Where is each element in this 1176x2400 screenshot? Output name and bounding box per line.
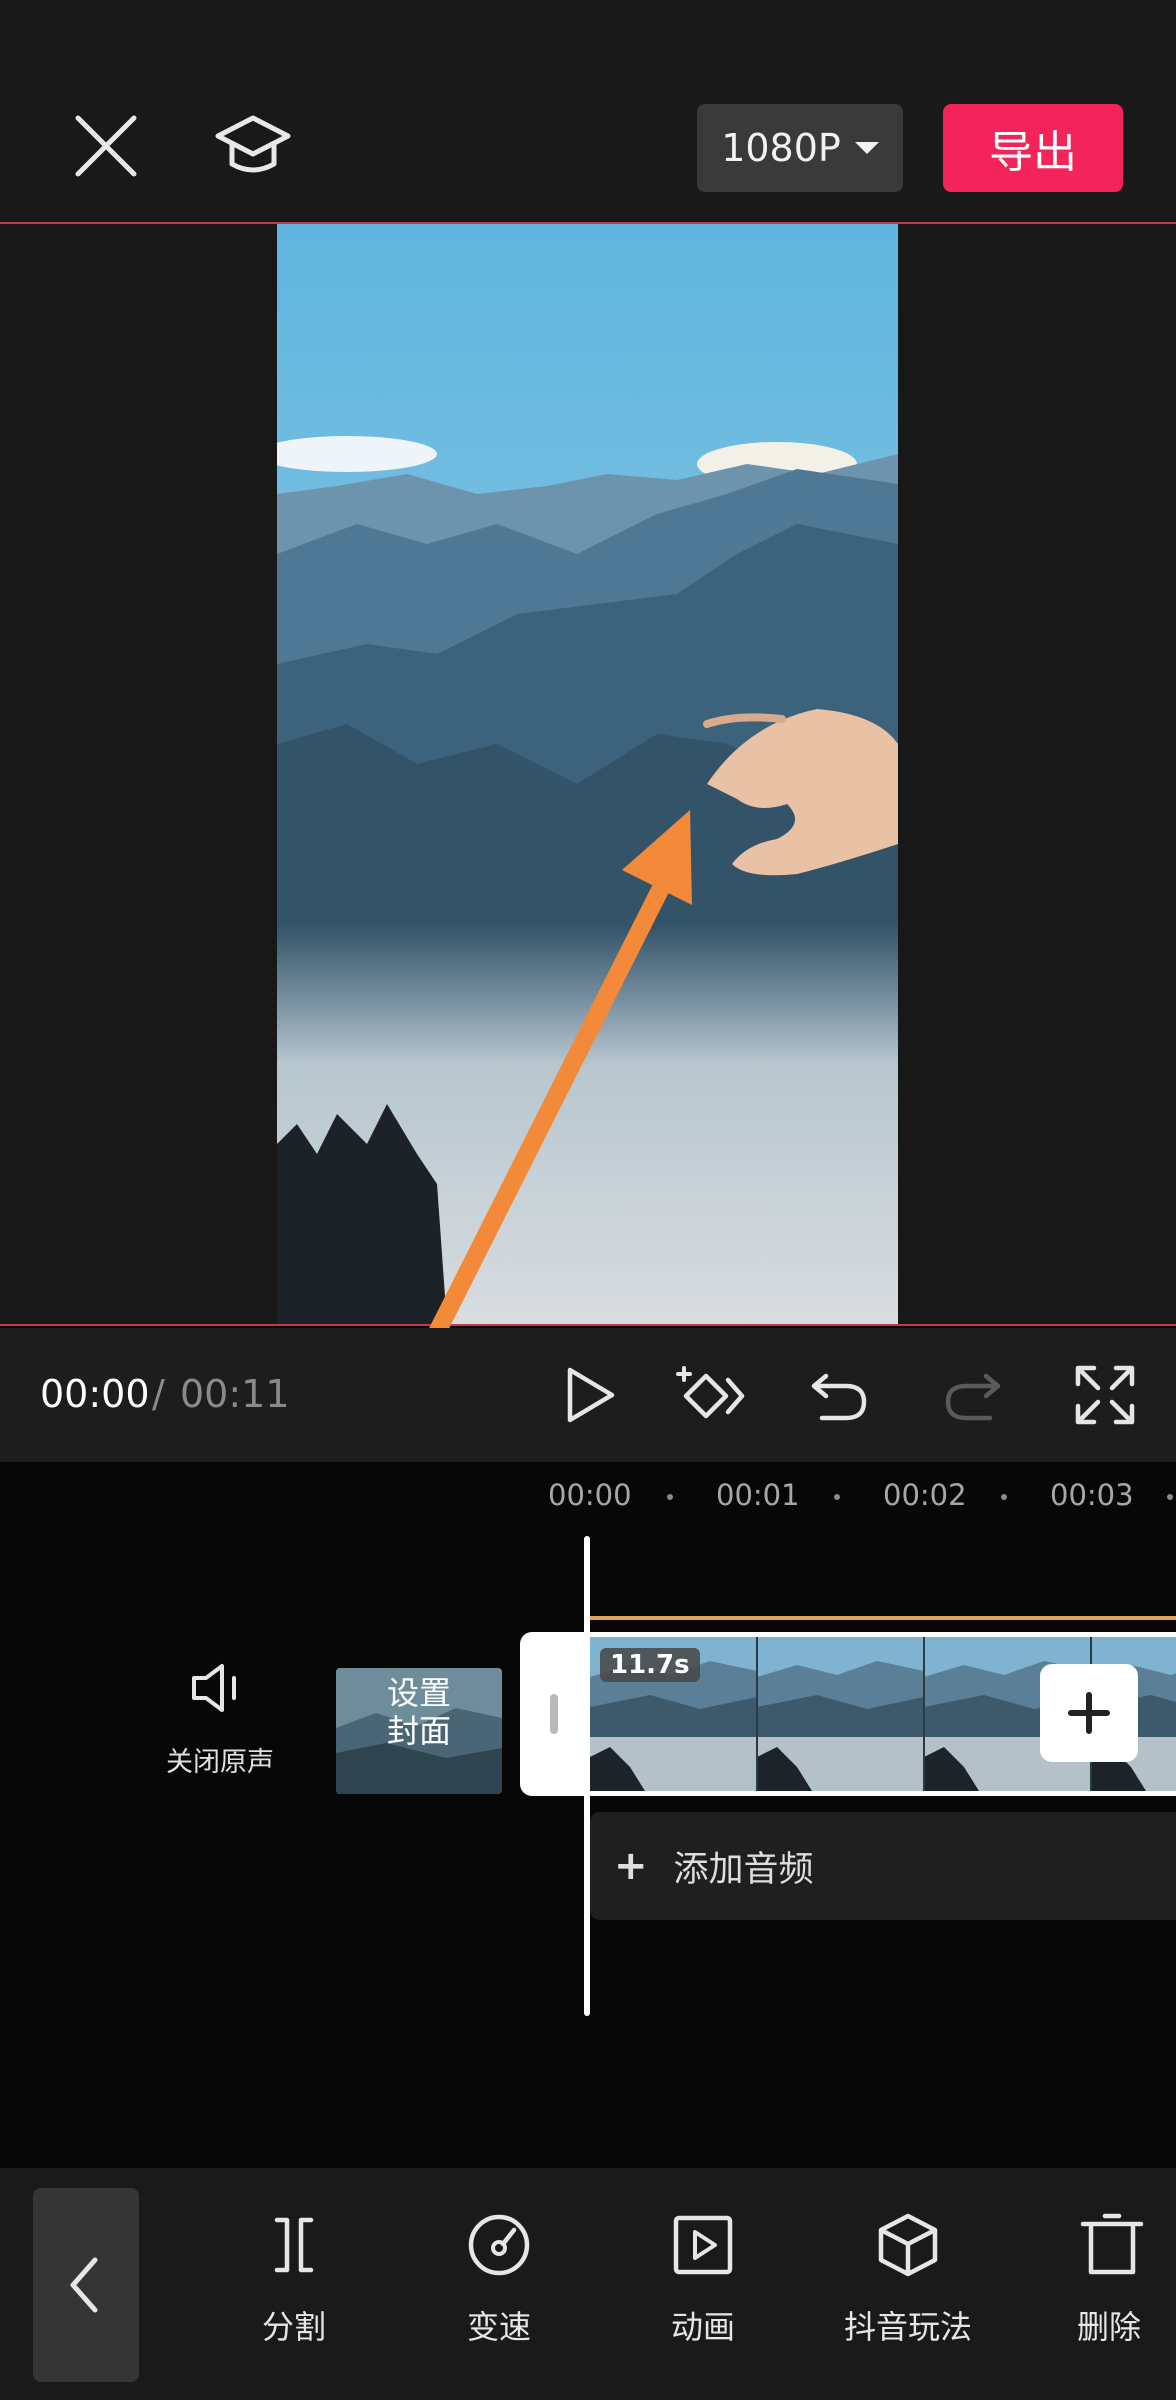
redo-icon[interactable] <box>940 1362 1006 1428</box>
back-button[interactable] <box>33 2188 139 2382</box>
add-audio-button[interactable]: + 添加音频 <box>590 1812 1176 1920</box>
add-audio-label: 添加音频 <box>673 1849 814 1890</box>
speaker-icon[interactable] <box>188 1660 248 1716</box>
timeline-tick-dot <box>834 1494 840 1500</box>
current-time: 00:00 <box>40 1372 150 1416</box>
undo-icon[interactable] <box>806 1362 872 1428</box>
chevron-down-icon <box>854 142 879 154</box>
set-cover-label: 设置 封面 <box>336 1674 502 1750</box>
tool-label: 分割 <box>261 2308 326 2346</box>
close-icon[interactable] <box>70 110 142 182</box>
tool-split[interactable]: 分割 <box>224 2210 364 2360</box>
tool-label: 动画 <box>670 2308 735 2346</box>
timeline-tick-dot <box>1001 1494 1007 1500</box>
tool-animation[interactable]: 动画 <box>633 2210 773 2360</box>
animation-icon <box>673 2215 733 2275</box>
play-icon[interactable] <box>556 1362 622 1428</box>
add-clip-button[interactable] <box>1040 1664 1138 1762</box>
tool-label: 删除 <box>1076 2308 1141 2346</box>
timeline-tick: 00:00 <box>548 1478 632 1512</box>
chevron-left-icon <box>70 2257 98 2313</box>
clip-top-line <box>590 1616 1176 1620</box>
keyframe-icon[interactable] <box>670 1362 750 1428</box>
annotation-arrow <box>403 810 692 1391</box>
tutorial-cap-icon[interactable] <box>212 110 294 182</box>
speed-icon <box>468 2214 530 2276</box>
timeline-tick: 00:01 <box>716 1478 800 1512</box>
timeline-tick-dot <box>1167 1494 1173 1500</box>
plus-icon: + <box>614 1843 648 1889</box>
cube-icon <box>878 2213 938 2277</box>
time-separator: / <box>152 1372 165 1416</box>
tool-label: 抖音玩法 <box>843 2308 972 2346</box>
tool-speed[interactable]: 变速 <box>429 2210 569 2360</box>
tool-delete[interactable]: 删除 <box>1042 2210 1176 2360</box>
tool-douyin-play[interactable]: 抖音玩法 <box>838 2210 978 2360</box>
resolution-label: 1080P <box>721 126 841 170</box>
timeline-tick: 00:03 <box>1050 1478 1134 1512</box>
timeline-tick: 00:02 <box>883 1478 967 1512</box>
set-cover-line2: 封面 <box>386 1712 451 1750</box>
tool-label: 变速 <box>466 2308 531 2346</box>
bottom-toolbar <box>0 2168 1176 2400</box>
playhead[interactable] <box>584 1536 590 2016</box>
resolution-dropdown[interactable]: 1080P <box>697 104 903 192</box>
export-button[interactable]: 导出 <box>943 104 1123 192</box>
set-cover-line1: 设置 <box>386 1674 451 1712</box>
fullscreen-icon[interactable] <box>1072 1362 1138 1428</box>
total-time: 00:11 <box>180 1372 290 1416</box>
mute-original-label[interactable]: 关闭原声 <box>150 1740 290 1779</box>
timeline-tick-dot <box>667 1494 673 1500</box>
delete-icon <box>1080 2213 1144 2275</box>
clip-duration-badge: 11.7s <box>600 1648 700 1682</box>
plus-icon <box>1068 1692 1110 1734</box>
split-icon <box>274 2217 314 2273</box>
clip-trim-handle[interactable] <box>520 1632 590 1796</box>
